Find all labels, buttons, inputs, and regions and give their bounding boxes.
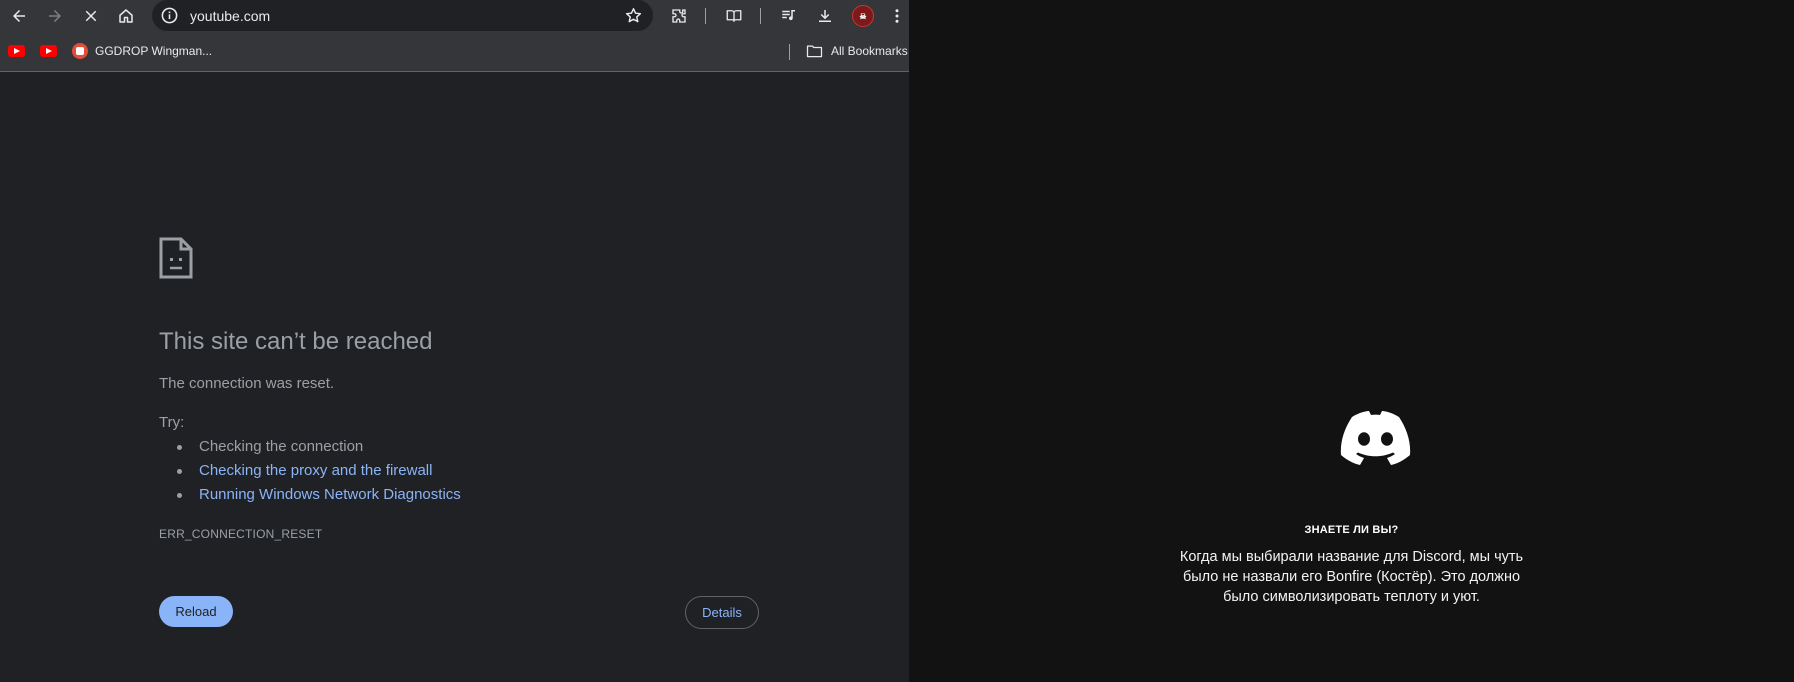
playlist-music-icon	[782, 10, 795, 21]
book-icon	[726, 10, 742, 22]
back-button[interactable]	[6, 3, 32, 29]
discord-logo-icon	[1340, 411, 1411, 465]
address-text[interactable]: youtube.com	[190, 8, 270, 24]
avatar-logo-icon: ☠	[859, 11, 867, 21]
toolbar-divider	[705, 8, 706, 24]
suggestions-list: Checking the connection Checking the pro…	[177, 438, 461, 510]
suggestion-check-connection: Checking the connection	[177, 438, 461, 462]
forward-button[interactable]	[42, 3, 68, 29]
suggestion-check-proxy-link[interactable]: Checking the proxy and the firewall	[177, 462, 461, 486]
stop-button[interactable]	[78, 3, 104, 29]
home-icon	[119, 9, 133, 23]
details-button[interactable]: Details	[685, 596, 759, 629]
discord-loading-screen: ЗНАЕТЕ ЛИ ВЫ? Когда мы выбирали название…	[909, 0, 1794, 682]
bookmarks-bar: GGDROP Wingman... All Bookmarks	[0, 32, 909, 72]
ggdrop-icon	[72, 43, 88, 59]
tip-title: ЗНАЕТЕ ЛИ ВЫ?	[1304, 524, 1399, 536]
address-bar[interactable]: youtube.com	[152, 0, 653, 31]
more-vertical-icon	[895, 9, 899, 23]
puzzle-icon	[672, 9, 686, 23]
error-code: ERR_CONNECTION_RESET	[159, 527, 323, 541]
home-button[interactable]	[113, 3, 139, 29]
arrow-left-icon	[13, 10, 25, 22]
reload-button[interactable]: Reload	[159, 596, 233, 627]
reading-mode-button[interactable]	[721, 3, 747, 29]
extensions-button[interactable]	[666, 3, 692, 29]
downloads-button[interactable]	[812, 3, 838, 29]
screen: youtube.com ☠ GGDROP Wingman... All Book…	[0, 0, 1794, 682]
folder-icon	[806, 45, 823, 58]
bookmark-ggdrop[interactable]: GGDROP Wingman...	[95, 44, 212, 58]
suggestion-network-diagnostics-link[interactable]: Running Windows Network Diagnostics	[177, 486, 461, 510]
browser-toolbar: youtube.com ☠	[0, 0, 909, 32]
tip-body: Когда мы выбирали название для Discord, …	[1179, 549, 1524, 605]
bookmarks-divider	[789, 44, 790, 60]
media-controls-button[interactable]	[776, 3, 802, 29]
youtube-icon[interactable]	[40, 45, 57, 57]
close-icon	[85, 10, 97, 22]
arrow-right-icon	[49, 10, 61, 22]
info-icon[interactable]	[160, 6, 179, 25]
try-label: Try:	[159, 414, 185, 431]
sad-page-icon	[159, 237, 193, 279]
browser-window: youtube.com ☠ GGDROP Wingman... All Book…	[0, 0, 909, 682]
menu-button[interactable]	[884, 3, 909, 29]
download-icon	[819, 10, 831, 22]
error-description: The connection was reset.	[159, 375, 335, 392]
error-title: This site can’t be reached	[159, 328, 433, 355]
toolbar-divider	[760, 8, 761, 24]
star-icon[interactable]	[624, 6, 643, 25]
profile-avatar[interactable]: ☠	[852, 5, 874, 27]
youtube-icon[interactable]	[8, 45, 25, 57]
all-bookmarks-button[interactable]: All Bookmarks	[831, 44, 908, 58]
